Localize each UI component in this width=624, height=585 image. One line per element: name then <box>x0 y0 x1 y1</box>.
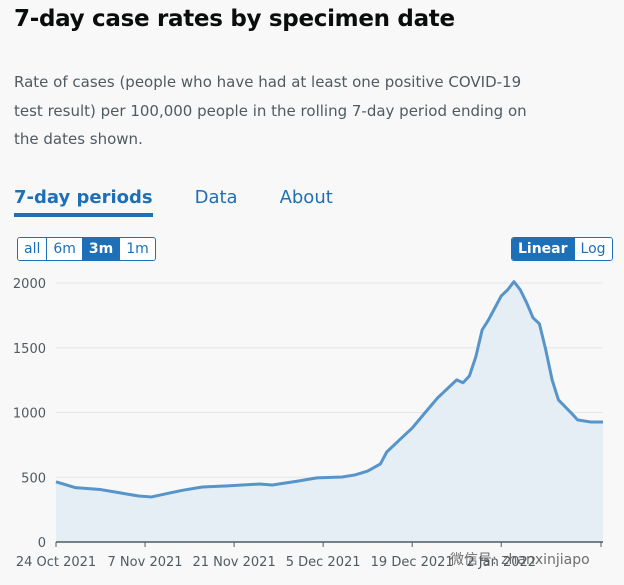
x-tick-label: 19 Dec 2021 <box>371 555 454 570</box>
y-tick-label: 0 <box>38 536 46 551</box>
y-tick-label: 2000 <box>13 277 46 292</box>
x-tick-label: 7 Nov 2021 <box>108 555 183 570</box>
x-tick-label: 5 Dec 2021 <box>286 555 361 570</box>
y-tick-label: 500 <box>21 471 46 486</box>
area-fill <box>56 281 603 542</box>
watermark: 微信号: zhanxinjiapo <box>450 552 590 568</box>
x-tick-label: 21 Nov 2021 <box>192 555 275 570</box>
chart: 0 500 1000 1500 2000 24 Oct 2021 7 Nov 2021 21 … <box>13 277 603 570</box>
x-tick-label: 24 Oct 2021 <box>16 555 96 570</box>
y-tick-label: 1000 <box>13 407 46 422</box>
y-tick-label: 1500 <box>13 342 46 357</box>
